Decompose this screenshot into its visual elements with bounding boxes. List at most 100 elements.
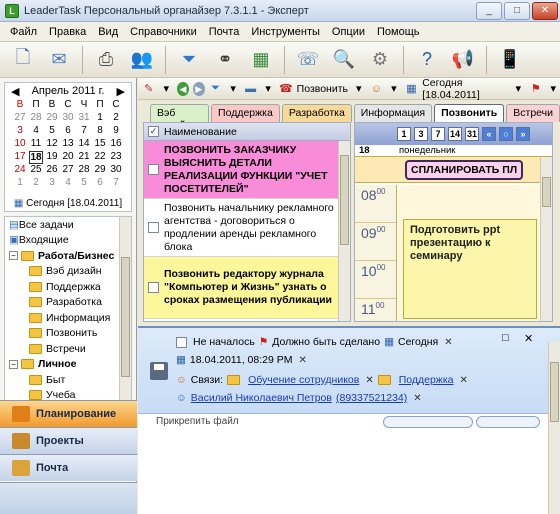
calendar-day[interactable]: 16 — [109, 138, 123, 151]
today-label[interactable]: Сегодня — [398, 336, 438, 348]
menu-item[interactable]: Файл — [4, 26, 43, 38]
calendar-day[interactable]: 7 — [77, 125, 91, 138]
link-support[interactable]: Поддержка — [399, 374, 454, 386]
detail-scrollbar[interactable] — [548, 342, 560, 514]
tree-item[interactable]: Встречи — [5, 341, 131, 357]
calendar-day[interactable]: 1 — [13, 177, 27, 190]
tree-item[interactable]: ▣ Входящие — [5, 233, 131, 249]
remove-link-icon[interactable]: ✕ — [460, 375, 468, 386]
tree-item[interactable]: − Личное — [5, 357, 131, 373]
calendar-day[interactable]: 19 — [45, 151, 59, 164]
chevron-down-icon[interactable]: ▾ — [547, 81, 560, 97]
status-label[interactable]: Не началось — [193, 336, 255, 348]
phone-icon[interactable]: 📱 — [495, 45, 525, 75]
calendar-day[interactable]: 17 — [13, 151, 27, 164]
tree-item[interactable]: Поддержка — [5, 279, 131, 295]
tab-2[interactable]: Разработка — [281, 104, 352, 122]
tree-item[interactable]: Разработка — [5, 295, 131, 311]
status-checkbox[interactable] — [176, 336, 187, 348]
calendar-day[interactable]: 28 — [29, 112, 43, 125]
remove-contact-icon[interactable]: ✕ — [413, 393, 421, 404]
tab-3[interactable]: Информация — [353, 104, 433, 122]
all-day-event[interactable]: СПЛАНИРОВАТЬ ПЛ — [405, 159, 524, 180]
menu-item[interactable]: Вид — [92, 26, 124, 38]
calendar-day[interactable]: 6 — [93, 177, 107, 190]
task-edit-icon[interactable]: ✎ — [142, 81, 156, 97]
nav-planning-button[interactable]: Планирование — [0, 400, 137, 427]
range-button[interactable]: 7 — [431, 127, 445, 141]
nav-footer[interactable] — [0, 482, 137, 514]
close-panel-icon[interactable]: ✕ — [524, 332, 533, 345]
tree-item[interactable]: − Работа/Бизнес — [5, 248, 131, 264]
day-column[interactable]: Подготовить ppt презентацию к семинару — [398, 185, 540, 321]
attach-file-link[interactable]: Прикрепить файл — [156, 416, 239, 427]
detail-action-button-2[interactable] — [476, 416, 540, 428]
call-filter-dropdown[interactable]: Позвонить — [297, 83, 348, 95]
remove-link-icon[interactable]: ✕ — [365, 375, 373, 386]
calendar-today-link[interactable]: ▦ Сегодня [18.04.2011] — [5, 198, 131, 209]
task-list-scrollbar[interactable] — [338, 141, 350, 321]
calendar-day[interactable]: 9 — [109, 125, 123, 138]
nav-projects-button[interactable]: Проекты — [0, 427, 137, 454]
column-name-header[interactable]: Наименование — [164, 126, 237, 138]
chevron-down-icon[interactable]: ▾ — [511, 81, 525, 97]
tab-0[interactable]: Вэб дизайн — [150, 104, 210, 131]
calendar-day[interactable]: 31 — [77, 112, 91, 125]
calendar-day[interactable]: 15 — [93, 138, 107, 151]
chevron-down-icon[interactable]: ▾ — [226, 81, 240, 97]
calendar-day[interactable]: 18 — [29, 151, 43, 164]
calendar-day[interactable]: 14 — [77, 138, 91, 151]
date-filter-dropdown[interactable]: Сегодня [18.04.2011] — [422, 77, 507, 101]
calendar-day[interactable]: 2 — [29, 177, 43, 190]
range-button[interactable]: 14 — [448, 127, 462, 141]
calendar-day[interactable]: 7 — [109, 177, 123, 190]
calendar-day[interactable]: 25 — [29, 164, 43, 177]
collapse-panel-icon[interactable]: □ — [502, 332, 509, 344]
calendar-day[interactable]: 26 — [45, 164, 59, 177]
calendar-day[interactable]: 1 — [93, 112, 107, 125]
range-button[interactable]: 3 — [414, 127, 428, 141]
clear-datetime-icon[interactable]: ✕ — [298, 355, 306, 366]
calendar-day[interactable]: 12 — [45, 138, 59, 151]
calendar-day[interactable]: 30 — [61, 112, 75, 125]
calendar-day[interactable]: 10 — [13, 138, 27, 151]
save-icon[interactable] — [150, 362, 168, 380]
menu-item[interactable]: Почта — [203, 26, 246, 38]
calendar-day[interactable]: 27 — [13, 112, 27, 125]
menu-item[interactable]: Опции — [326, 26, 371, 38]
next-month-icon[interactable]: ▶ — [117, 85, 125, 98]
report-icon[interactable]: ▦ — [246, 45, 276, 75]
new-document-icon[interactable]: 🗋 — [8, 45, 38, 75]
contact-phone[interactable]: (89337521234) — [336, 392, 407, 404]
task-row[interactable]: Позвонить редактору журнала "Компьютер и… — [144, 257, 350, 319]
range-button[interactable]: 31 — [465, 127, 479, 141]
binoculars-icon[interactable]: ⚭ — [210, 45, 240, 75]
megaphone-icon[interactable]: 📢 — [448, 45, 478, 75]
detail-action-button[interactable] — [383, 416, 473, 428]
chevron-down-icon[interactable]: ▾ — [387, 81, 401, 97]
contacts-icon[interactable]: 👥 — [127, 45, 157, 75]
tree-item[interactable]: Вэб дизайн — [5, 264, 131, 280]
tab-4[interactable]: Позвонить — [434, 104, 505, 122]
menu-item[interactable]: Помощь — [371, 26, 426, 38]
close-button[interactable]: ✕ — [532, 1, 558, 20]
detail-scroll-thumb[interactable] — [550, 362, 559, 422]
prev-month-icon[interactable]: ◀ — [11, 85, 19, 98]
calendar-day[interactable]: 4 — [29, 125, 43, 138]
calendar-day[interactable]: 11 — [29, 138, 43, 151]
preview-icon[interactable]: 🔍 — [329, 45, 359, 75]
calendar-day[interactable]: 23 — [109, 151, 123, 164]
tree-item[interactable]: ▤ Все задачи — [5, 217, 131, 233]
today-range-icon[interactable]: ○ — [499, 127, 513, 141]
calendar-day[interactable]: 6 — [61, 125, 75, 138]
calendar-day[interactable]: 2 — [109, 112, 123, 125]
contact-link[interactable]: Василий Николаевич Петров — [191, 392, 332, 404]
calendar-day[interactable]: 3 — [13, 125, 27, 138]
calendar-day[interactable]: 21 — [77, 151, 91, 164]
tree-item[interactable]: Позвонить — [5, 326, 131, 342]
car-icon[interactable]: ▬ — [244, 81, 258, 97]
task-checkbox[interactable] — [148, 164, 159, 175]
calendar-scrollbar[interactable] — [540, 157, 552, 321]
tree-scroll-thumb[interactable] — [121, 257, 130, 377]
collapse-icon[interactable]: − — [9, 359, 18, 369]
